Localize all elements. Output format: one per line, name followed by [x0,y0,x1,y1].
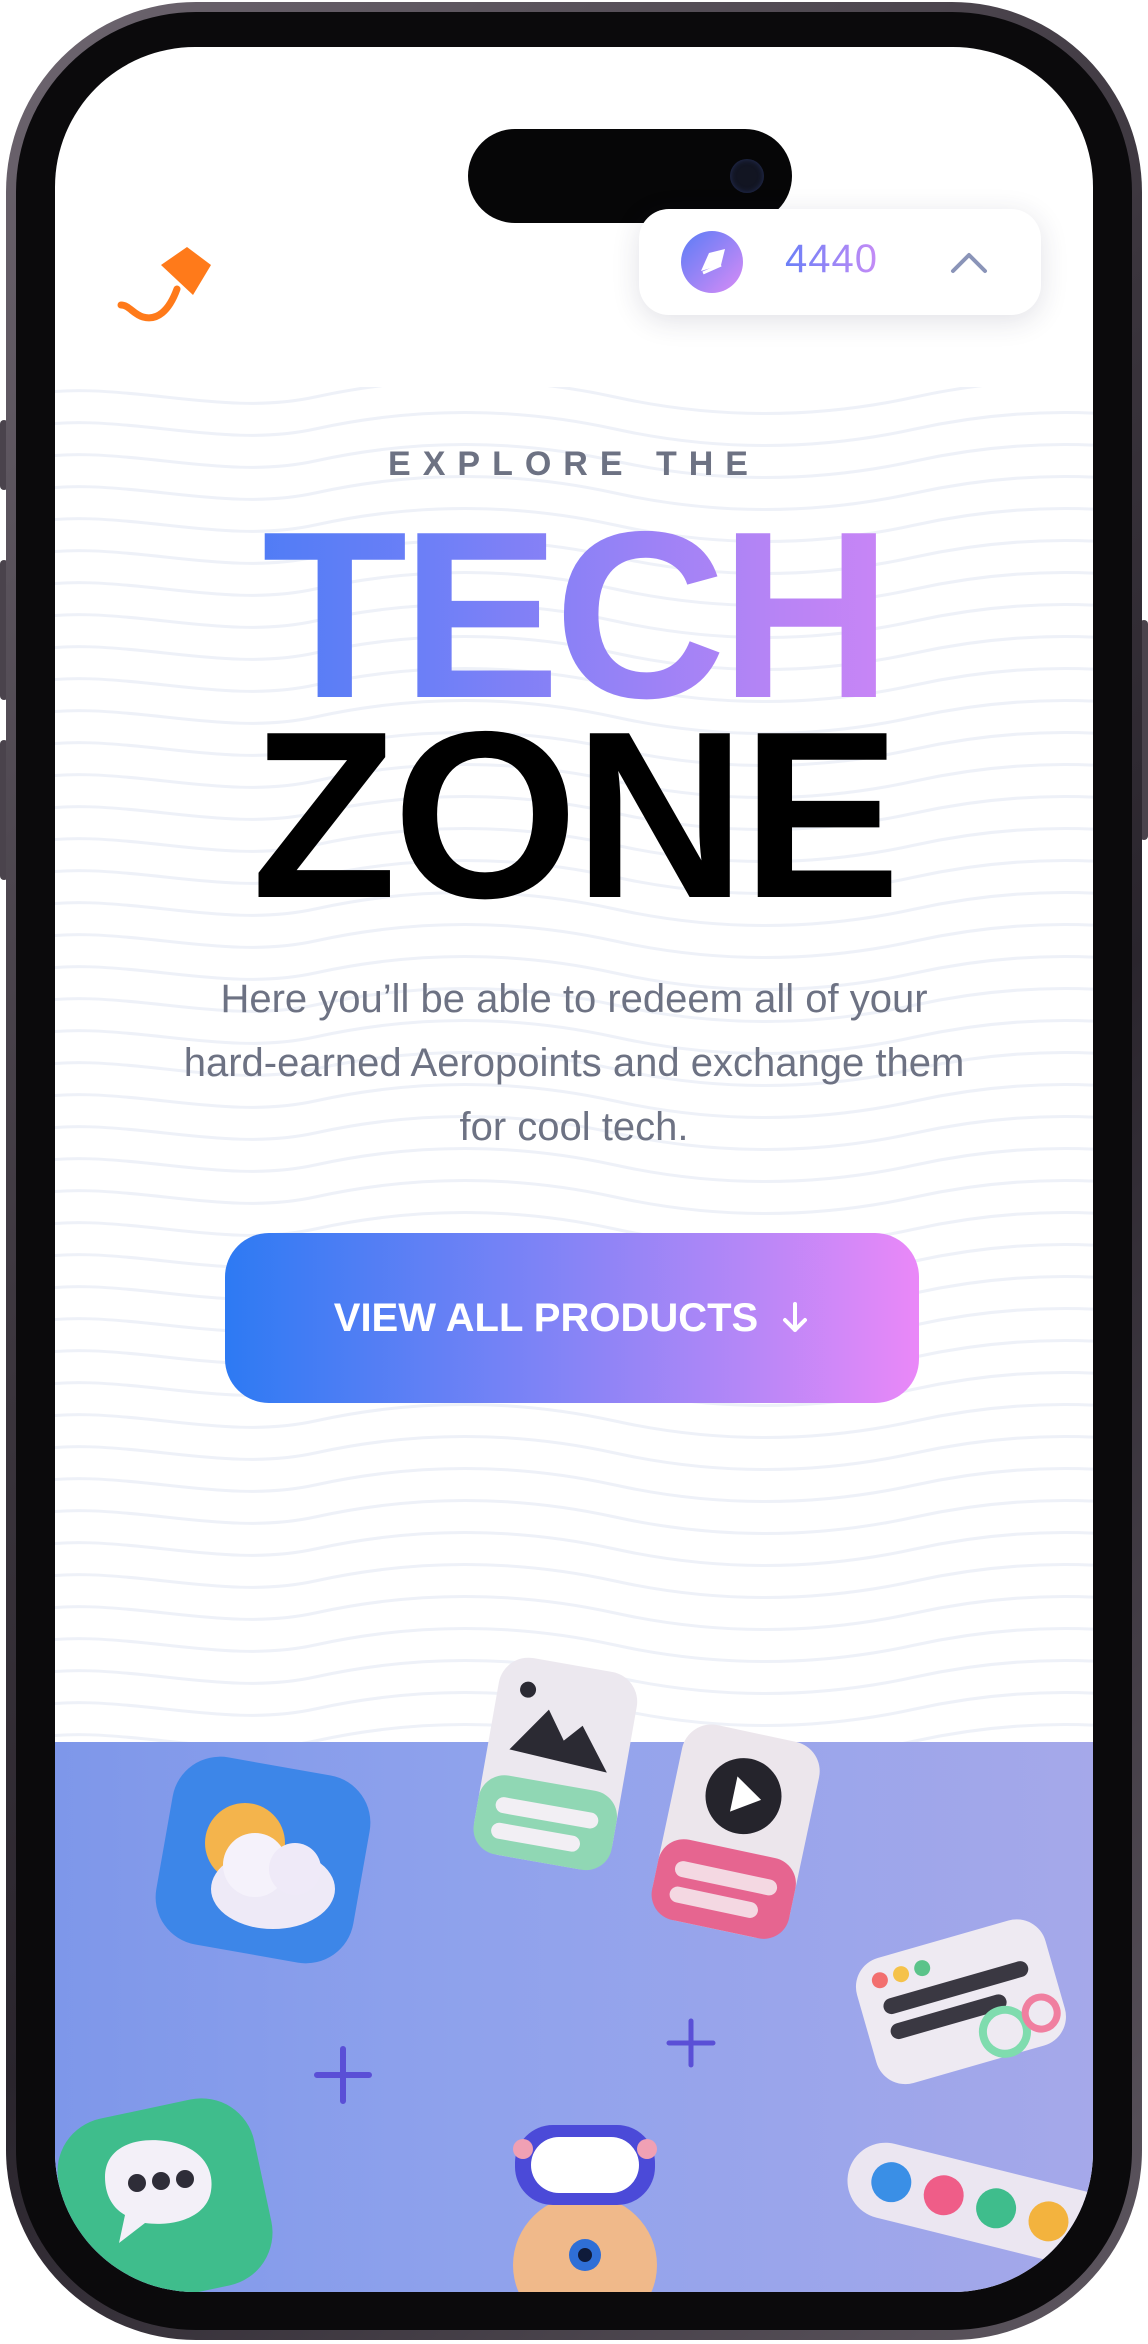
arrow-down-icon [783,1302,808,1332]
front-camera [730,159,764,193]
hero-title-zone: ZONE [251,683,900,948]
image-card-icon [473,1657,638,1871]
color-dots-bar-icon [847,2142,1093,2271]
plus-sparkle-icon [666,2018,716,2068]
plus-sparkle-icon [314,2046,372,2104]
chat-bubble-icon [57,2098,273,2292]
aeropoints-value: 4440 [785,237,878,281]
toggle-card-icon [855,1919,1066,2085]
video-card-icon [651,1724,820,1939]
aeropoints-balance[interactable]: 4440 [639,209,1041,315]
app-screen: 4440 EXPLORE THE TECH ZONE Here you’ll b… [55,47,1093,2292]
weather-app-icon [155,1756,371,1964]
cta-label: VIEW ALL PRODUCTS [333,1295,759,1340]
vr-headset-character-icon [513,2125,657,2292]
chevron-up-icon[interactable] [947,243,991,279]
hero-description: Here you’ll be able to redeem all of you… [183,977,965,1149]
hero-eyebrow: EXPLORE THE [388,445,760,483]
view-all-products-button[interactable]: VIEW ALL PRODUCTS [225,1233,919,1403]
aeropoints-coin-icon [681,231,743,293]
kite-logo-icon[interactable] [117,225,217,345]
